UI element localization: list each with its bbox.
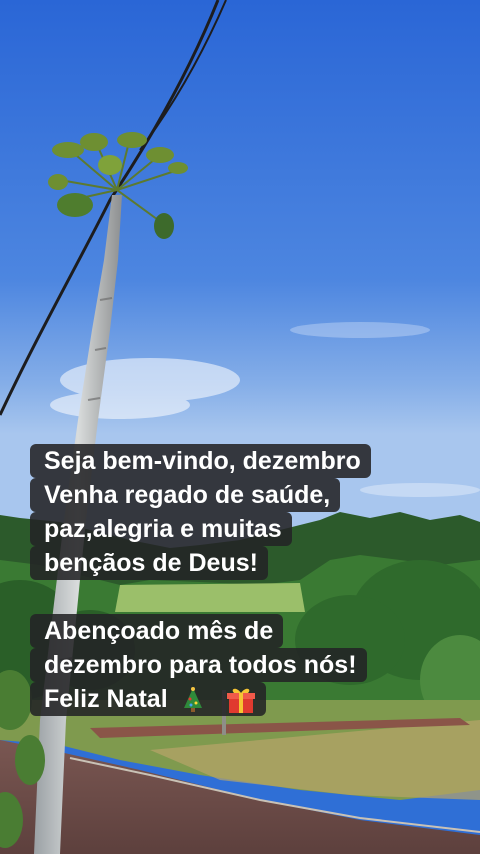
caption-line: paz,alegria e muitas <box>30 512 292 546</box>
caption-line: Venha regado de saúde, <box>30 478 341 512</box>
gift-emoji <box>226 689 255 714</box>
caption-line-feliz-natal: Feliz Natal <box>30 682 266 716</box>
caption-line: dezembro para todos nós! <box>30 648 367 682</box>
caption-line: bençãos de Deus! <box>30 546 268 580</box>
caption-text: Feliz Natal <box>44 685 168 713</box>
photo-scene <box>0 0 480 854</box>
caption-block-welcome: Seja bem-vindo, dezembro Venha regado de… <box>30 444 371 580</box>
caption-line: Abençoado mês de <box>30 614 284 648</box>
caption-block-blessing: Abençoado mês de dezembro para todos nós… <box>30 614 367 716</box>
field <box>115 583 305 612</box>
caption-line: Seja bem-vindo, dezembro <box>30 444 371 478</box>
christmas-tree-emoji <box>183 687 202 713</box>
